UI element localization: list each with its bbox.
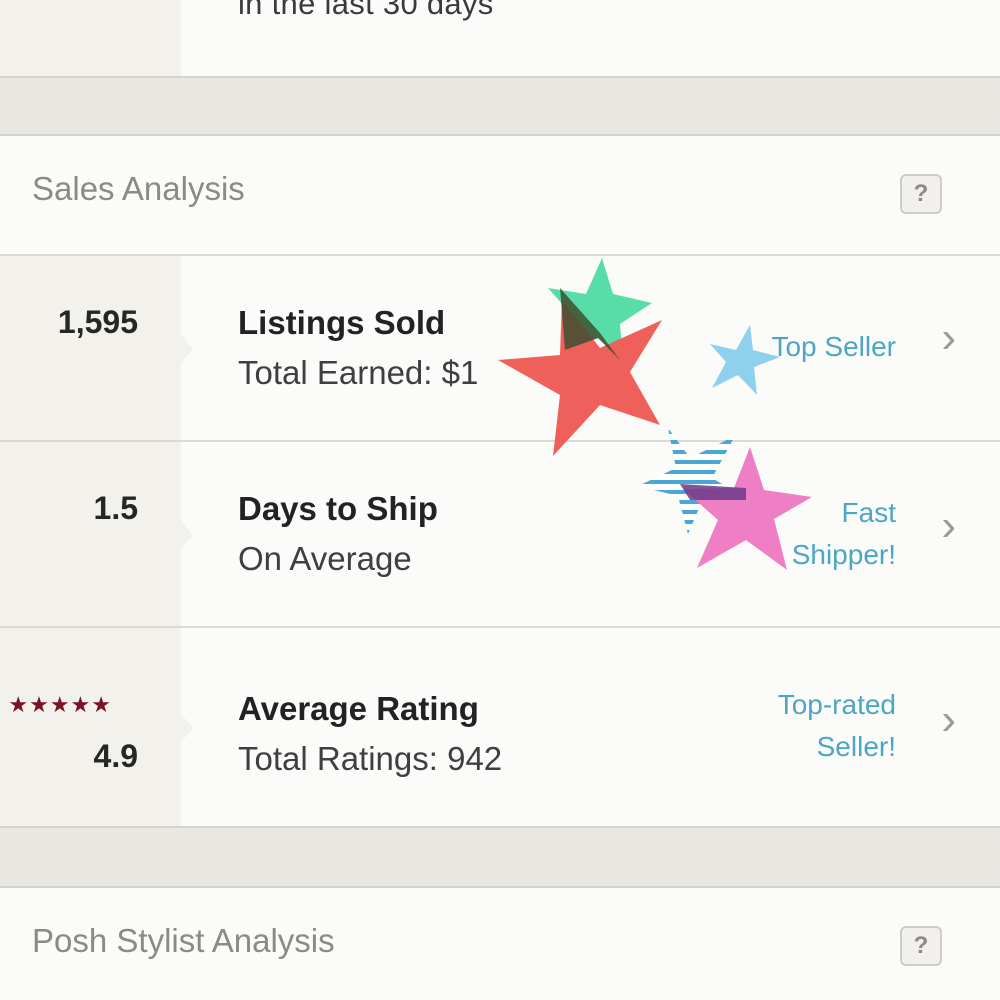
star-stickers-overlay [498,258,812,570]
blue-star-icon [710,325,780,395]
